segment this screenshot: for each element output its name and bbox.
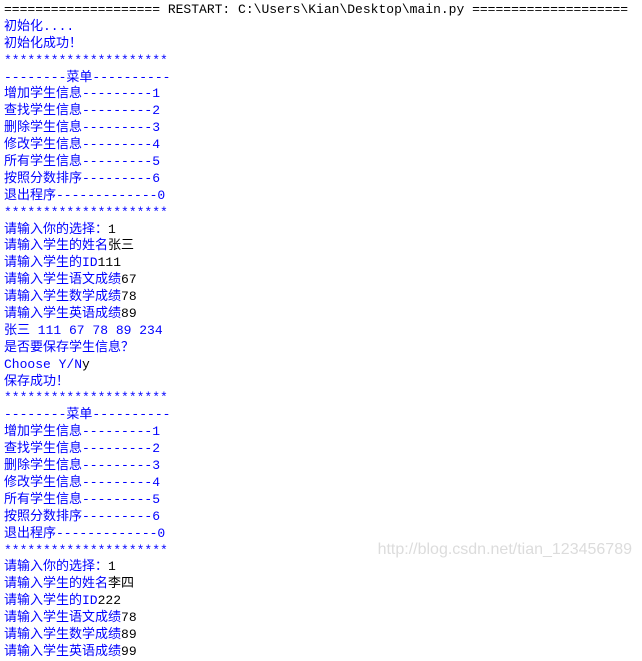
prompt-text: 退出程序-------------0 [4, 188, 165, 203]
prompt-text: 张三 111 67 78 89 234 [4, 323, 163, 338]
prompt-text: 请输入学生英语成绩 [4, 306, 121, 321]
prompt-text: 增加学生信息---------1 [4, 86, 160, 101]
prompt-text: 所有学生信息---------5 [4, 154, 160, 169]
console-line: 按照分数排序---------6 [4, 509, 638, 526]
console-line: Choose Y/Ny [4, 357, 638, 374]
prompt-text: 请输入学生的姓名 [4, 238, 108, 253]
prompt-text: 所有学生信息---------5 [4, 492, 160, 507]
console-line: 保存成功！ [4, 374, 638, 391]
console-output: 初始化.... 初始化成功！ ********************* ------… [4, 19, 638, 661]
prompt-text: 初始化成功！ [4, 36, 82, 51]
restart-line: ==================== RESTART: C:\Users\K… [4, 2, 638, 19]
prompt-text: --------菜单---------- [4, 407, 170, 422]
user-input: 78 [121, 610, 137, 625]
prompt-text: --------菜单---------- [4, 70, 170, 85]
user-input: 111 [98, 255, 121, 270]
prompt-text: 修改学生信息---------4 [4, 137, 160, 152]
console-line: 请输入学生的姓名李四 [4, 576, 638, 593]
console-line: 请输入学生数学成绩78 [4, 289, 638, 306]
prompt-text: Choose Y/N [4, 357, 82, 372]
console-line: 增加学生信息---------1 [4, 86, 638, 103]
prompt-text: 查找学生信息---------2 [4, 103, 160, 118]
user-input: 89 [121, 306, 137, 321]
console-line: ********************* [4, 53, 638, 70]
prompt-text: 保存成功！ [4, 374, 69, 389]
console-line: 按照分数排序---------6 [4, 171, 638, 188]
prompt-text: 请输入学生数学成绩 [4, 627, 121, 642]
user-input: y [82, 357, 90, 372]
user-input: 1 [108, 222, 116, 237]
prompt-text: ********************* [4, 390, 168, 405]
prompt-text: 修改学生信息---------4 [4, 475, 160, 490]
prompt-text: ********************* [4, 53, 168, 68]
prompt-text: 删除学生信息---------3 [4, 120, 160, 135]
console-line: 请输入学生语文成绩78 [4, 610, 638, 627]
console-line: 查找学生信息---------2 [4, 103, 638, 120]
console-line: 初始化成功！ [4, 36, 638, 53]
prompt-text: ********************* [4, 205, 168, 220]
console-line: 删除学生信息---------3 [4, 458, 638, 475]
console-line: 删除学生信息---------3 [4, 120, 638, 137]
console-line: 请输入学生数学成绩89 [4, 627, 638, 644]
prompt-text: 按照分数排序---------6 [4, 509, 160, 524]
console-line: 请输入你的选择：1 [4, 559, 638, 576]
console-line: 请输入学生语文成绩67 [4, 272, 638, 289]
prompt-text: 退出程序-------------0 [4, 526, 165, 541]
console-line: 修改学生信息---------4 [4, 137, 638, 154]
prompt-text: 请输入你的选择： [4, 559, 108, 574]
prompt-text: 请输入学生语文成绩 [4, 272, 121, 287]
console-line: 退出程序-------------0 [4, 188, 638, 205]
console-line: ********************* [4, 543, 638, 560]
console-line: 修改学生信息---------4 [4, 475, 638, 492]
prompt-text: 请输入你的选择： [4, 222, 108, 237]
user-input: 222 [98, 593, 121, 608]
console-line: 初始化.... [4, 19, 638, 36]
console-line: 查找学生信息---------2 [4, 441, 638, 458]
user-input: 89 [121, 627, 137, 642]
user-input: 张三 [108, 238, 134, 253]
prompt-text: 初始化.... [4, 19, 74, 34]
console-line: 请输入学生的ID222 [4, 593, 638, 610]
prompt-text: 按照分数排序---------6 [4, 171, 160, 186]
prompt-text: 是否要保存学生信息？ [4, 340, 134, 355]
console-line: --------菜单---------- [4, 70, 638, 87]
user-input: 李四 [108, 576, 134, 591]
user-input: 78 [121, 289, 137, 304]
prompt-text: 增加学生信息---------1 [4, 424, 160, 439]
prompt-text: 请输入学生的姓名 [4, 576, 108, 591]
prompt-text: 请输入学生数学成绩 [4, 289, 121, 304]
prompt-text: 请输入学生英语成绩 [4, 644, 121, 659]
console-line: 所有学生信息---------5 [4, 492, 638, 509]
console-line: 请输入你的选择：1 [4, 222, 638, 239]
prompt-text: 请输入学生的ID [4, 255, 98, 270]
console-line: 张三 111 67 78 89 234 [4, 323, 638, 340]
user-input: 99 [121, 644, 137, 659]
console-line: 请输入学生的姓名张三 [4, 238, 638, 255]
console-line: 请输入学生英语成绩99 [4, 644, 638, 661]
console-line: 所有学生信息---------5 [4, 154, 638, 171]
console-line: 退出程序-------------0 [4, 526, 638, 543]
console-line: 是否要保存学生信息？ [4, 340, 638, 357]
prompt-text: ********************* [4, 543, 168, 558]
console-line: 请输入学生英语成绩89 [4, 306, 638, 323]
console-line: 增加学生信息---------1 [4, 424, 638, 441]
console-line: 请输入学生的ID111 [4, 255, 638, 272]
prompt-text: 请输入学生语文成绩 [4, 610, 121, 625]
prompt-text: 查找学生信息---------2 [4, 441, 160, 456]
console-line: ********************* [4, 390, 638, 407]
prompt-text: 删除学生信息---------3 [4, 458, 160, 473]
console-line: --------菜单---------- [4, 407, 638, 424]
user-input: 1 [108, 559, 116, 574]
console-line: ********************* [4, 205, 638, 222]
user-input: 67 [121, 272, 137, 287]
prompt-text: 请输入学生的ID [4, 593, 98, 608]
